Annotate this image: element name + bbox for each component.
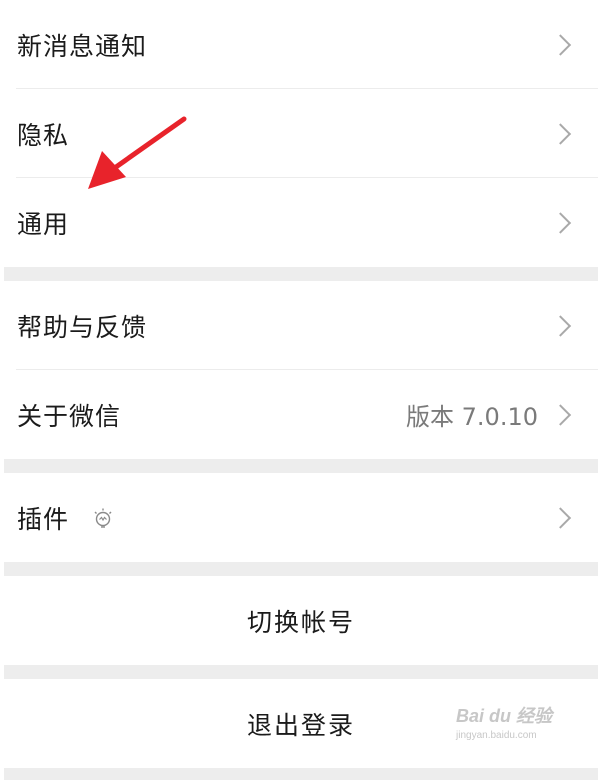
settings-group-3: 插件 bbox=[4, 473, 598, 562]
settings-item-new-message-notification[interactable]: 新消息通知 bbox=[4, 0, 598, 89]
chevron-right-icon bbox=[549, 314, 572, 337]
chevron-right-icon bbox=[549, 33, 572, 56]
watermark-sub: jingyan.baidu.com bbox=[456, 730, 537, 741]
switch-account-label: 切换帐号 bbox=[246, 607, 355, 637]
baidu-jingyan-watermark: Bai du 经验 jingyan.baidu.com bbox=[456, 702, 566, 752]
section-separator bbox=[4, 459, 598, 473]
logout-label: 退出登录 bbox=[246, 710, 355, 740]
settings-item-help-feedback[interactable]: 帮助与反馈 bbox=[4, 281, 598, 370]
settings-item-label: 通用 bbox=[17, 209, 70, 239]
chevron-right-icon bbox=[549, 211, 572, 234]
section-separator bbox=[4, 562, 598, 576]
settings-item-label: 隐私 bbox=[17, 120, 70, 150]
settings-item-plugins[interactable]: 插件 bbox=[4, 473, 598, 562]
switch-account-button[interactable]: 切换帐号 bbox=[4, 576, 598, 665]
settings-item-label: 新消息通知 bbox=[17, 31, 148, 61]
settings-item-about-wechat[interactable]: 关于微信 版本 7.0.10 bbox=[4, 370, 598, 459]
settings-item-label: 帮助与反馈 bbox=[17, 312, 148, 342]
lightbulb-icon bbox=[94, 508, 112, 528]
chevron-right-icon bbox=[549, 122, 572, 145]
watermark-main: Bai du 经验 bbox=[456, 706, 553, 726]
settings-item-label: 插件 bbox=[17, 504, 70, 534]
section-separator bbox=[4, 665, 598, 679]
settings-group-2: 帮助与反馈 关于微信 版本 7.0.10 bbox=[4, 281, 598, 459]
settings-item-label: 关于微信 bbox=[17, 401, 122, 431]
section-separator bbox=[4, 267, 598, 281]
red-arrow-icon bbox=[88, 116, 187, 189]
chevron-right-icon bbox=[549, 506, 572, 529]
version-value: 版本 7.0.10 bbox=[406, 403, 538, 431]
chevron-right-icon bbox=[549, 403, 572, 426]
